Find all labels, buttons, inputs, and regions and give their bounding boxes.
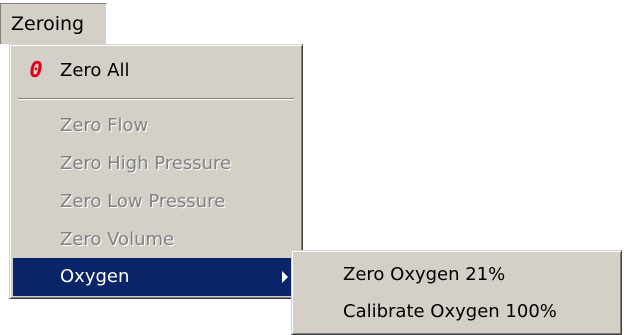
zeroing-dropdown-menu: 0 Zero All Zero Flow Zero High Pressure …: [9, 44, 303, 299]
menu-item-zero-volume-label: Zero Volume: [60, 229, 175, 250]
menu-item-zero-low-pressure-label: Zero Low Pressure: [60, 191, 226, 212]
menu-item-zero-flow[interactable]: Zero Flow: [13, 107, 299, 145]
menu-item-zero-flow-label: Zero Flow: [60, 115, 149, 136]
oxygen-submenu: Zero Oxygen 21% Calibrate Oxygen 100%: [291, 250, 622, 335]
menu-item-zero-oxygen-21[interactable]: Zero Oxygen 21%: [295, 256, 618, 293]
menu-item-zero-oxygen-21-label: Zero Oxygen 21%: [343, 264, 506, 285]
menu-item-oxygen[interactable]: Oxygen: [13, 258, 299, 296]
menu-zeroing[interactable]: Zeroing: [0, 3, 107, 44]
menu-item-zero-low-pressure[interactable]: Zero Low Pressure: [13, 183, 299, 221]
menu-item-zero-all-label: Zero All: [60, 60, 130, 81]
menu-item-oxygen-label: Oxygen: [60, 266, 130, 287]
menu-separator: [18, 98, 294, 100]
menu-item-calibrate-oxygen-100-label: Calibrate Oxygen 100%: [343, 301, 557, 322]
menu-item-zero-high-pressure-label: Zero High Pressure: [60, 153, 232, 174]
menu-item-zero-all[interactable]: 0 Zero All: [13, 52, 299, 90]
menu-zeroing-label: Zeroing: [11, 13, 85, 35]
menu-item-calibrate-oxygen-100[interactable]: Calibrate Oxygen 100%: [295, 293, 618, 330]
menu-item-zero-volume[interactable]: Zero Volume: [13, 221, 299, 259]
red-zero-icon: 0: [29, 58, 43, 83]
submenu-arrow-icon: [282, 271, 288, 283]
menu-item-zero-high-pressure[interactable]: Zero High Pressure: [13, 145, 299, 183]
